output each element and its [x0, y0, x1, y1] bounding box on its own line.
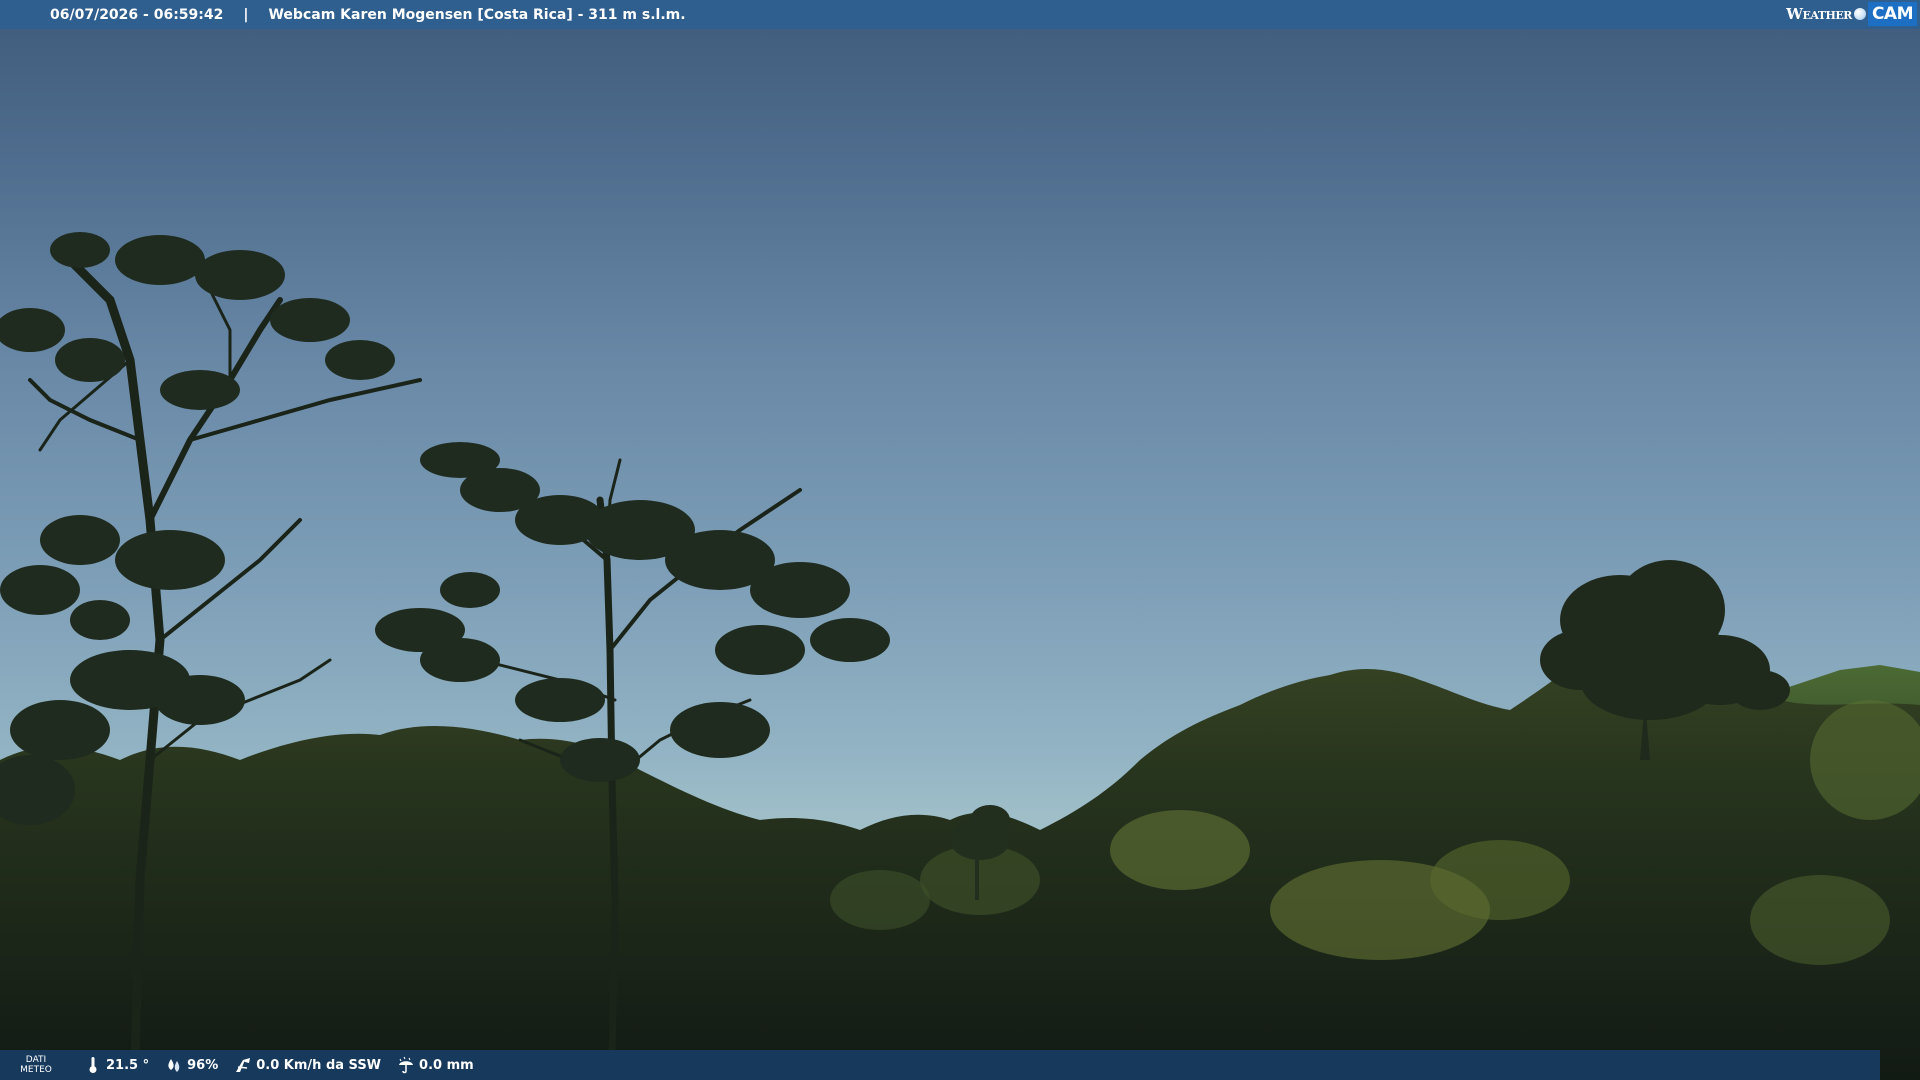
- weather-data-bar: DATI METEO 21.5 ° 96% 0.0 Km/h da SSW 0.…: [0, 1050, 1880, 1080]
- webcam-title: Webcam Karen Mogensen [Costa Rica] - 311…: [268, 6, 686, 23]
- humidity-value: 96%: [187, 1057, 219, 1073]
- webcam-frame: 06/07/2026 - 06:59:42 | Webcam Karen Mog…: [0, 0, 1920, 1080]
- wind-value: 0.0 Km/h da SSW: [256, 1057, 382, 1073]
- temperature-value: 21.5 °: [106, 1057, 150, 1073]
- wind-icon: [234, 1056, 252, 1074]
- logo-weather-text: Weather: [1786, 5, 1852, 23]
- humidity-drops-icon: [165, 1056, 183, 1074]
- humidity-metric: 96%: [165, 1056, 218, 1074]
- weather-label-line1: DATI: [25, 1055, 47, 1065]
- rain-umbrella-icon: [397, 1056, 415, 1074]
- weathercam-logo[interactable]: Weather CAM: [1786, 2, 1917, 26]
- header-bar: 06/07/2026 - 06:59:42 | Webcam Karen Mog…: [0, 0, 1920, 29]
- header-separator: |: [243, 6, 249, 23]
- webcam-landscape-image: [0, 232, 1920, 1080]
- weather-data-label: DATI METEO: [8, 1055, 64, 1075]
- logo-cam-text: CAM: [1867, 2, 1917, 26]
- temperature-metric: 21.5 °: [84, 1056, 149, 1074]
- rain-value: 0.0 mm: [419, 1057, 474, 1073]
- rain-metric: 0.0 mm: [397, 1056, 474, 1074]
- thermometer-icon: [84, 1056, 102, 1074]
- wind-metric: 0.0 Km/h da SSW: [234, 1056, 381, 1074]
- logo-globe-icon: [1853, 8, 1866, 20]
- weather-label-line2: METEO: [20, 1065, 52, 1075]
- timestamp: 06/07/2026 - 06:59:42: [50, 6, 224, 23]
